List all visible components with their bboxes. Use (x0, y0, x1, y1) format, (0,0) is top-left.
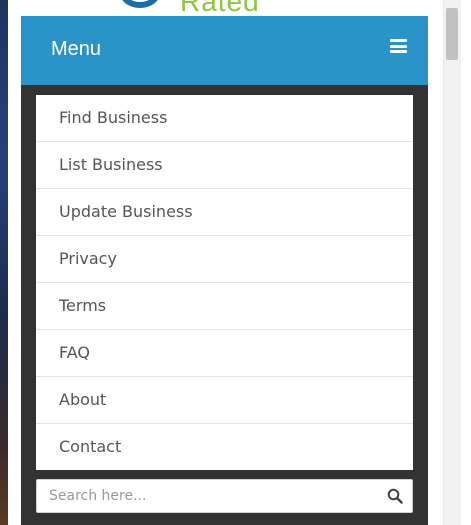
menu-item-update-business[interactable]: Update Business (36, 189, 413, 236)
menu-item-faq[interactable]: FAQ (36, 330, 413, 377)
menu-item-about[interactable]: About (36, 377, 413, 424)
menu-item-terms[interactable]: Terms (36, 283, 413, 330)
logo-circle-icon (120, 0, 160, 8)
menu-item-privacy[interactable]: Privacy (36, 236, 413, 283)
menu-item-contact[interactable]: Contact (36, 424, 413, 470)
menu-title: Menu (51, 38, 102, 60)
logo-text: Rated (180, 0, 260, 16)
scrollbar-track[interactable] (443, 0, 462, 525)
background-image (0, 0, 8, 525)
search-box (36, 479, 413, 513)
menu-list: Find Business List Business Update Busin… (36, 95, 413, 470)
search-icon[interactable] (387, 488, 403, 504)
menu-item-list-business[interactable]: List Business (36, 142, 413, 189)
menu-item-find-business[interactable]: Find Business (36, 95, 413, 142)
hamburger-icon[interactable] (390, 39, 407, 53)
window-edge (461, 0, 471, 525)
search-input[interactable] (37, 480, 377, 512)
menu-header[interactable]: Menu (21, 16, 428, 85)
scrollbar-thumb[interactable] (446, 8, 458, 60)
site-logo[interactable]: Rated (8, 0, 443, 16)
